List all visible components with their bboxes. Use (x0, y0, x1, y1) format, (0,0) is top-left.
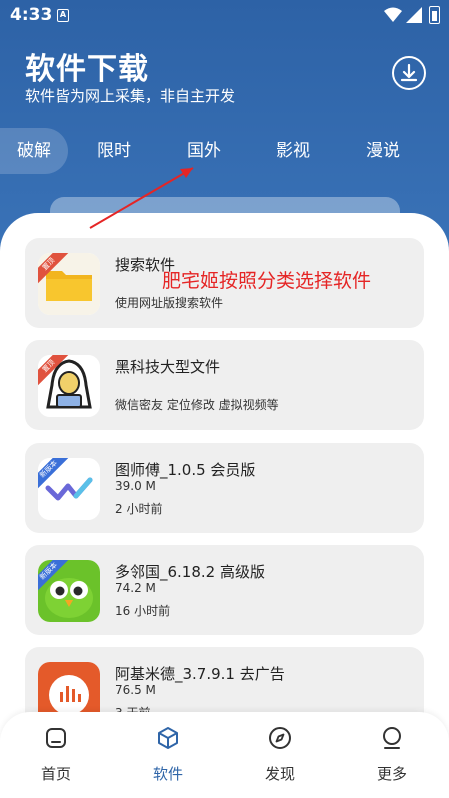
nav-more-label: 更多 (376, 765, 407, 783)
cube-icon (158, 727, 178, 749)
nav-discover[interactable]: 发现 (240, 726, 320, 784)
nav-software-label: 软件 (152, 765, 183, 783)
more-icon (383, 727, 401, 749)
home-icon (46, 728, 66, 748)
compass-icon (269, 727, 291, 749)
nav-home-label: 首页 (40, 765, 71, 783)
nav-more[interactable]: 更多 (352, 726, 432, 784)
nav-software[interactable]: 软件 (128, 726, 208, 784)
nav-home[interactable]: 首页 (16, 726, 96, 784)
annotation-text: 肥宅姬按照分类选择软件 (162, 270, 372, 292)
nav-discover-label: 发现 (264, 765, 295, 783)
annotation-arrow (89, 167, 194, 229)
bottom-nav: 首页 软件 发现 更多 (0, 712, 449, 798)
